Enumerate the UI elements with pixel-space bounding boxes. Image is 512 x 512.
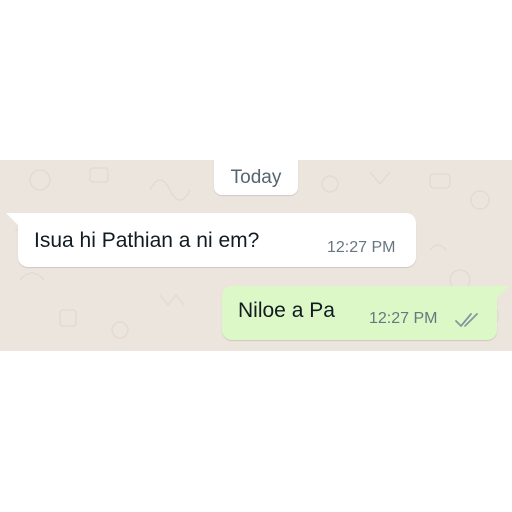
message-timestamp: 12:27 PM xyxy=(327,239,396,256)
incoming-message-bubble[interactable]: Isua hi Pathian a ni em? 12:27 PM xyxy=(6,213,416,267)
outgoing-message-bubble[interactable]: Niloe a Pa 12:27 PM xyxy=(222,286,509,340)
screenshot: Today Isua hi Pathian a ni em? 12:27 PM … xyxy=(0,0,512,512)
date-separator: Today xyxy=(214,160,298,195)
chat-area[interactable]: Today Isua hi Pathian a ni em? 12:27 PM … xyxy=(0,160,512,351)
double-check-icon xyxy=(455,313,478,327)
bubble-tail xyxy=(497,286,509,298)
message-timestamp: 12:27 PM xyxy=(369,310,438,327)
bubble-tail xyxy=(6,213,18,225)
message-text: Niloe a Pa xyxy=(238,299,335,322)
message-text: Isua hi Pathian a ni em? xyxy=(34,229,260,252)
